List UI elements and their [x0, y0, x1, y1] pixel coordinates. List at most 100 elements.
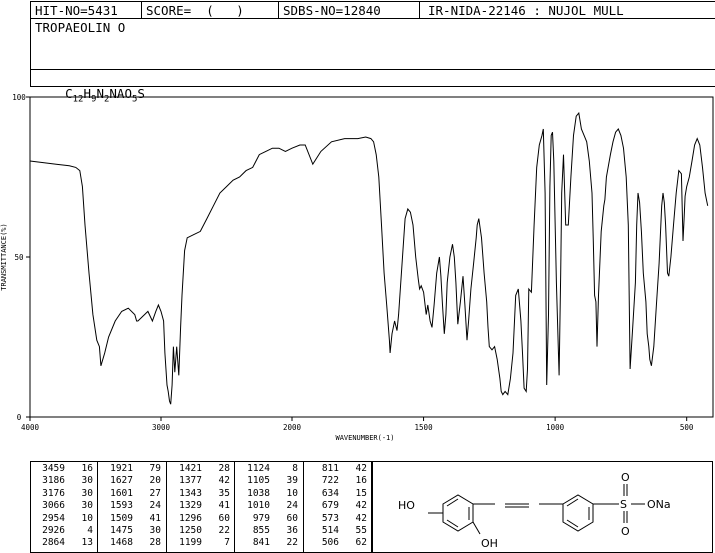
peak-transmittance: 8: [292, 463, 298, 474]
x-axis-ticks: 4000 3000 2000 1500 1000 500: [21, 417, 694, 432]
spectrum-line: [29, 111, 709, 405]
peak-transmittance: 16: [81, 463, 93, 474]
peak-transmittance: 4: [87, 525, 93, 537]
peak-transmittance: 16: [355, 475, 367, 487]
x-tick-label: 500: [680, 423, 694, 432]
peak-wavenumber: 1250: [179, 525, 202, 537]
peak-wavenumber: 514: [321, 525, 339, 537]
peak-transmittance: 30: [81, 487, 93, 499]
peak-wavenumber: 1509: [110, 512, 133, 524]
peak-transmittance: 24: [286, 500, 298, 512]
peak-transmittance: 42: [218, 475, 230, 487]
peak-transmittance: 62: [355, 537, 367, 549]
sulfur-label: S: [620, 498, 627, 511]
peak-wavenumber: 979: [252, 512, 270, 524]
peak-wavenumber: 506: [321, 537, 339, 549]
y-axis-ticks: 100 50 0: [12, 93, 30, 422]
peak-transmittance: 42: [355, 512, 367, 524]
x-tick-label: 1000: [546, 423, 565, 432]
peak-wavenumber: 2954: [42, 512, 65, 524]
y-tick-label: 50: [14, 253, 24, 262]
peak-transmittance: 27: [149, 487, 161, 499]
peak-transmittance: 42: [355, 500, 367, 512]
peak-wavenumber: 722: [321, 475, 339, 487]
peak-transmittance: 55: [355, 525, 367, 537]
peak-wavenumber-column: 1421 1377 1343 1329 1296 1250 1199: [172, 463, 202, 550]
hydroxyl-label-bottom: OH: [481, 537, 498, 550]
peak-wavenumber: 3459: [42, 463, 65, 474]
oh-bond: [472, 521, 481, 535]
peak-transmittance: 7: [224, 537, 230, 549]
x-tick-label: 4000: [21, 423, 40, 432]
peak-wavenumber: 1329: [179, 500, 202, 512]
peak-wavenumber: 1199: [179, 537, 202, 549]
peak-transmittance: 39: [286, 475, 298, 487]
peak-wavenumber: 811: [321, 463, 339, 474]
peak-transmittance-column: 79 20 27 24 41 30 28: [137, 463, 161, 550]
peak-transmittance: 30: [81, 475, 93, 487]
peak-wavenumber: 2864: [42, 537, 65, 549]
peak-wavenumber: 1921: [110, 463, 133, 474]
peak-wavenumber: 1627: [110, 475, 133, 487]
peak-wavenumber: 573: [321, 512, 339, 524]
peak-transmittance: 10: [81, 512, 93, 524]
peak-transmittance: 30: [149, 525, 161, 537]
peak-wavenumber: 1343: [179, 487, 202, 499]
y-axis-label: TRANSMITTANCE(%): [0, 223, 8, 290]
peak-wavenumber: 841: [252, 537, 270, 549]
peak-wavenumber: 679: [321, 500, 339, 512]
peak-column-divider: [303, 462, 304, 552]
peak-wavenumber-column: 1124 1105 1038 1010 979 855 841: [240, 463, 270, 550]
peak-wavenumber: 3176: [42, 487, 65, 499]
peak-transmittance-column: 8 39 10 24 60 36 22: [274, 463, 298, 550]
peak-column-divider: [234, 462, 235, 552]
peak-transmittance: 10: [286, 487, 298, 499]
peak-wavenumber: 1593: [110, 500, 133, 512]
peak-wavenumber: 1010: [247, 500, 270, 512]
peak-wavenumber-column: 3459 3186 3176 3066 2954 2926 2864: [35, 463, 65, 550]
molecular-structure: HO OH S O O ONa: [398, 471, 671, 550]
peak-transmittance-column: 16 30 30 30 10 4 13: [69, 463, 93, 550]
peak-transmittance: 36: [286, 525, 298, 537]
peak-transmittance: 60: [218, 512, 230, 524]
x-tick-label: 1500: [415, 423, 434, 432]
sodium-oxide-label: ONa: [647, 498, 671, 511]
peak-wavenumber: 1377: [179, 475, 202, 487]
y-tick-label: 100: [12, 93, 26, 102]
x-tick-label: 2000: [283, 423, 302, 432]
peak-transmittance-column: 28 42 35 41 60 22 7: [206, 463, 230, 550]
peak-transmittance: 20: [149, 475, 161, 487]
peak-transmittance: 28: [218, 463, 230, 474]
peak-wavenumber: 3066: [42, 500, 65, 512]
peak-transmittance: 15: [355, 487, 367, 499]
peak-transmittance: 30: [81, 500, 93, 512]
ir-spectrum-chart: 4000 3000 2000 1500 1000 500 100500 WAVENUMBE…: [0, 93, 714, 442]
peak-wavenumber: 634: [321, 487, 339, 499]
x-tick-label: 3000: [152, 423, 171, 432]
peak-transmittance: 35: [218, 487, 230, 499]
peak-transmittance: 79: [149, 463, 161, 474]
y-tick-label: 0: [17, 413, 22, 422]
oxygen-label-top: O: [621, 471, 630, 484]
plot-frame: [29, 96, 714, 418]
peak-wavenumber: 1601: [110, 487, 133, 499]
peak-transmittance: 13: [81, 537, 93, 549]
peak-wavenumber: 2926: [42, 525, 65, 537]
peak-wavenumber: 1475: [110, 525, 133, 537]
peak-table: 3459 3186 3176 3066 2954 2926 2864 16 30 30 30 10 4 1…: [30, 461, 372, 553]
peak-wavenumber: 855: [252, 525, 270, 537]
peak-transmittance: 22: [218, 525, 230, 537]
peak-transmittance: 60: [286, 512, 298, 524]
peak-wavenumber: 1124: [247, 463, 270, 474]
peak-wavenumber: 3186: [42, 475, 65, 487]
hydroxyl-label-left: HO: [398, 499, 415, 512]
x-axis-label: WAVENUMBER(-1): [335, 434, 394, 442]
peak-transmittance: 41: [218, 500, 230, 512]
peak-wavenumber-column: 1921 1627 1601 1593 1509 1475 1468: [103, 463, 133, 550]
peak-column-divider: [97, 462, 98, 552]
peak-wavenumber: 1296: [179, 512, 202, 524]
peak-wavenumber-column: 811 722 634 679 573 514 506: [309, 463, 339, 550]
peak-transmittance: 24: [149, 500, 161, 512]
peak-transmittance: 42: [355, 463, 367, 474]
peak-column-divider: [166, 462, 167, 552]
